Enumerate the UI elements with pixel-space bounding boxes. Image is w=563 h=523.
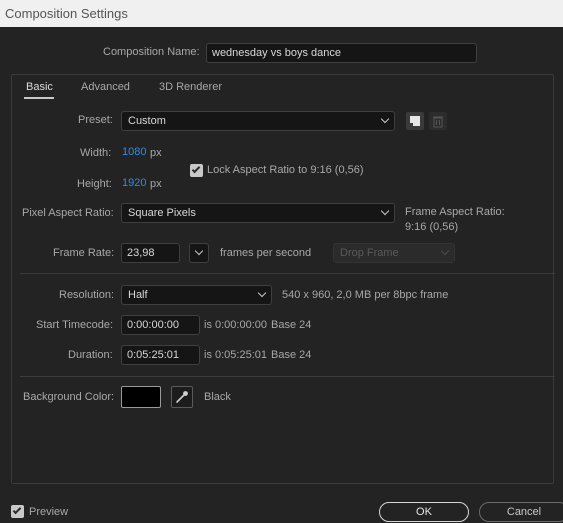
trash-icon	[433, 116, 443, 128]
chevron-down-icon	[257, 288, 267, 298]
resolution-info: 540 x 960, 2,0 MB per 8bpc frame	[282, 289, 449, 301]
drop-frame-select: Drop Frame	[333, 243, 455, 263]
width-value[interactable]: 1080	[122, 146, 146, 158]
tab-advanced[interactable]: Advanced	[81, 81, 130, 93]
composition-name-input[interactable]: wednesday vs boys dance	[206, 43, 477, 63]
duration-label: Duration:	[68, 349, 113, 361]
start-timecode-label: Start Timecode:	[36, 319, 114, 331]
duration-is: is 0:05:25:01	[204, 349, 267, 361]
preset-label: Preset:	[78, 114, 113, 126]
frame-aspect-label: Frame Aspect Ratio:	[405, 206, 505, 218]
save-preset-icon	[410, 116, 420, 126]
resolution-value: Half	[128, 289, 148, 301]
width-label: Width:	[80, 147, 112, 159]
eyedropper-icon	[176, 391, 188, 403]
pixel-aspect-select[interactable]: Square Pixels	[121, 203, 395, 223]
frame-rate-unit: frames per second	[220, 247, 312, 259]
start-timecode-is: is 0:00:00:00	[204, 319, 267, 331]
settings-panel	[11, 74, 554, 484]
pixel-aspect-label: Pixel Aspect Ratio:	[22, 207, 114, 219]
start-timecode-input[interactable]: 0:00:00:00	[121, 315, 200, 335]
chevron-down-icon	[380, 206, 390, 216]
composition-name-label: Composition Name:	[103, 46, 200, 58]
lock-aspect-label: Lock Aspect Ratio to 9:16 (0,56)	[207, 164, 364, 176]
duration-input[interactable]: 0:05:25:01	[121, 345, 200, 365]
chevron-down-icon	[194, 246, 204, 256]
height-value[interactable]: 1920	[122, 177, 146, 189]
section-divider	[20, 376, 555, 377]
resolution-select[interactable]: Half	[121, 285, 272, 305]
active-tab-indicator	[24, 97, 54, 99]
frame-rate-dropdown[interactable]	[189, 243, 209, 263]
eyedropper-button[interactable]	[171, 386, 193, 408]
preview-label: Preview	[29, 506, 69, 518]
chevron-down-icon	[380, 114, 390, 124]
preset-value: Custom	[128, 115, 166, 127]
tab-3d-renderer[interactable]: 3D Renderer	[159, 81, 222, 93]
section-divider	[20, 273, 555, 274]
duration-base: Base 24	[271, 349, 312, 361]
window-title: Composition Settings	[5, 6, 128, 21]
tab-basic[interactable]: Basic	[26, 81, 53, 93]
preview-checkbox[interactable]	[11, 505, 24, 518]
checkmark-icon	[12, 505, 22, 515]
cancel-button[interactable]: Cancel	[479, 502, 563, 522]
drop-frame-value: Drop Frame	[340, 247, 399, 259]
delete-preset-button[interactable]	[429, 112, 447, 130]
frame-rate-input[interactable]: 23,98	[121, 243, 180, 263]
height-unit: px	[150, 178, 162, 190]
height-label: Height:	[77, 178, 112, 190]
start-timecode-base: Base 24	[271, 319, 312, 331]
frame-rate-label: Frame Rate:	[53, 247, 115, 259]
preset-select[interactable]: Custom	[121, 111, 395, 131]
window-title-bar: Composition Settings	[0, 0, 563, 27]
background-color-swatch[interactable]	[121, 386, 161, 408]
background-color-label: Background Color:	[23, 391, 115, 403]
save-preset-button[interactable]	[406, 112, 424, 130]
lock-aspect-checkbox[interactable]	[190, 164, 203, 177]
pixel-aspect-value: Square Pixels	[128, 207, 196, 219]
chevron-down-icon	[440, 246, 450, 256]
width-unit: px	[150, 147, 162, 159]
frame-aspect-value: 9:16 (0,56)	[405, 221, 459, 233]
ok-button[interactable]: OK	[379, 502, 469, 522]
checkmark-icon	[191, 164, 201, 174]
resolution-label: Resolution:	[59, 289, 115, 301]
background-color-name: Black	[204, 391, 231, 403]
